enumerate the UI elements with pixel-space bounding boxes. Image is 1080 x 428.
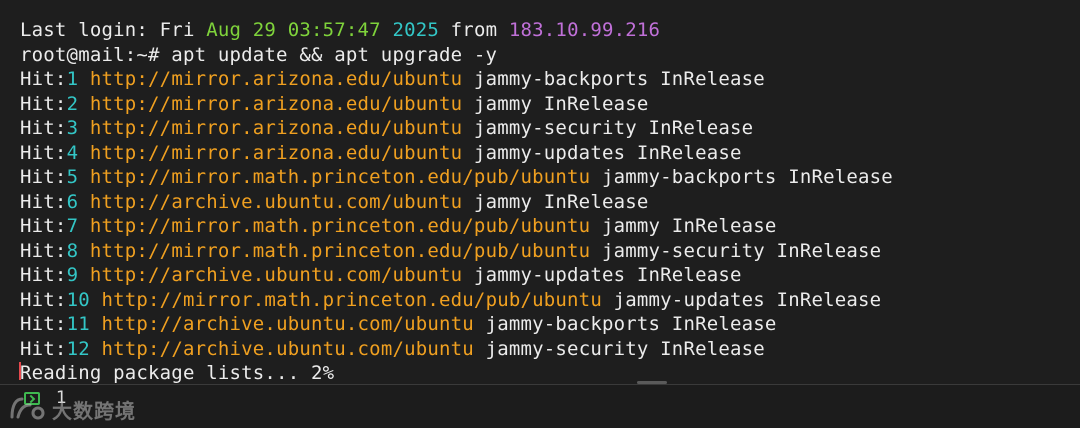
terminal-text-segment: jammy-updates InRelease [601,288,882,311]
terminal-text-segment: from [439,19,509,41]
terminal-text-segment: jammy-security InRelease [473,337,765,360]
terminal-line: Hit:5 http://mirror.math.princeton.edu/p… [20,165,893,190]
terminal-text-segment: jammy-security InRelease [590,239,882,262]
terminal-text-segment: jammy-backports InRelease [590,166,893,188]
terminal-text-segment: 12 [66,337,90,360]
terminal-text-segment: http://mirror.math.princeton.edu/pub/ubu… [89,239,591,262]
terminal-text-segment: 183.10.99.216 [508,19,661,41]
terminal-text-segment: 6 [66,190,79,213]
watermark-text: 大数跨境 [52,399,136,423]
status-bar: 1 大数跨境 [0,385,1080,428]
terminal-text-segment: 3 [66,117,79,139]
terminal-text-segment: Hit: [20,337,67,360]
terminal-text-segment: jammy InRelease [462,190,649,213]
terminal-text-segment: http://mirror.math.princeton.edu/pub/ubu… [89,166,591,188]
terminal-text-segment: Hit: [20,190,67,213]
terminal-output[interactable]: Last login: Fri Aug 29 03:57:47 2025 fro… [0,0,1080,384]
terminal-lines: Last login: Fri Aug 29 03:57:47 2025 fro… [20,18,893,384]
terminal-line: Last login: Fri Aug 29 03:57:47 2025 fro… [20,18,893,43]
terminal-text-segment: Hit: [20,313,67,335]
terminal-text-segment: http://mirror.arizona.edu/ubuntu [89,68,463,90]
terminal-text-segment: Hit: [20,141,67,164]
terminal-text-segment: Hit: [20,166,67,188]
terminal-line: root@mail:~# apt update && apt upgrade -… [20,43,893,68]
terminal-text-segment: Hit: [20,68,67,90]
terminal-text-segment: http://archive.ubuntu.com/ubuntu [101,337,474,360]
terminal-text-segment: http://mirror.arizona.edu/ubuntu [89,141,463,164]
terminal-text-segment: 5 [66,166,79,188]
terminal-text-segment: 11 [66,313,90,335]
terminal-text-segment: 4 [66,141,79,164]
terminal-line: Hit:2 http://mirror.arizona.edu/ubuntu j… [20,92,893,117]
watermark-logo [10,397,45,420]
terminal-text-segment: Hit: [20,288,67,311]
terminal-text-segment: 9 [66,264,79,286]
terminal-text-segment: http://archive.ubuntu.com/ubuntu [101,313,474,335]
terminal-text-segment: Hit: [20,92,67,115]
terminal-text-segment: http://archive.ubuntu.com/ubuntu [89,190,463,213]
terminal-line: Hit:6 http://archive.ubuntu.com/ubuntu j… [20,190,893,215]
terminal-line: Hit:9 http://archive.ubuntu.com/ubuntu j… [20,263,893,288]
terminal-text-segment: 2025 [392,19,440,41]
terminal-line: Hit:4 http://mirror.arizona.edu/ubuntu j… [20,141,893,166]
terminal-text-segment: jammy-backports InRelease [473,313,777,335]
terminal-text-segment: 2 [66,92,79,115]
terminal-text-segment: jammy-backports InRelease [462,68,765,90]
terminal-text-segment: Hit: [20,215,67,237]
terminal-line: Hit:1 http://mirror.arizona.edu/ubuntu j… [20,67,893,92]
terminal-text-segment: http://mirror.arizona.edu/ubuntu [89,92,463,115]
terminal-line: Hit:8 http://mirror.math.princeton.edu/p… [20,239,893,264]
terminal-line: Hit:11 http://archive.ubuntu.com/ubuntu … [20,312,893,337]
terminal-line: Hit:10 http://mirror.math.princeton.edu/… [20,288,893,313]
terminal-text-segment: http://mirror.math.princeton.edu/pub/ubu… [101,288,602,311]
terminal-text-segment: Hit: [20,239,67,262]
terminal-line: Hit:12 http://archive.ubuntu.com/ubuntu … [20,337,893,362]
terminal-line: Hit:7 http://mirror.math.princeton.edu/p… [20,214,893,239]
terminal-text-segment: http://mirror.arizona.edu/ubuntu [89,117,463,139]
terminal-text-segment: root@mail:~# apt update && apt upgrade -… [20,43,498,66]
terminal-text-segment: jammy-security InRelease [462,117,754,139]
terminal-text-segment: 8 [66,239,79,262]
terminal-text-segment: Hit: [20,117,67,139]
terminal-text-segment: jammy InRelease [590,215,777,237]
terminal-line: Reading package lists... 2% [20,361,893,384]
terminal-text-segment: 1 [66,68,79,90]
terminal-text-segment: Hit: [20,264,67,286]
terminal-text-segment: http://mirror.math.princeton.edu/pub/ubu… [89,215,591,237]
terminal-text-segment: Last login: Fri [20,19,207,41]
cursor-marker [19,362,21,380]
terminal-text-segment: 7 [66,215,79,237]
terminal-text-segment: Aug 29 03:57:47 [206,19,381,41]
terminal-line: Hit:3 http://mirror.arizona.edu/ubuntu j… [20,116,893,141]
terminal-text-segment: Reading package lists... 2% [20,362,335,384]
terminal-text-segment: 10 [66,288,90,311]
terminal-text-segment: jammy InRelease [462,92,649,115]
terminal-text-segment: http://archive.ubuntu.com/ubuntu [89,264,463,286]
terminal-text-segment: jammy-updates InRelease [462,264,742,286]
terminal-text-segment: jammy-updates InRelease [462,141,742,164]
